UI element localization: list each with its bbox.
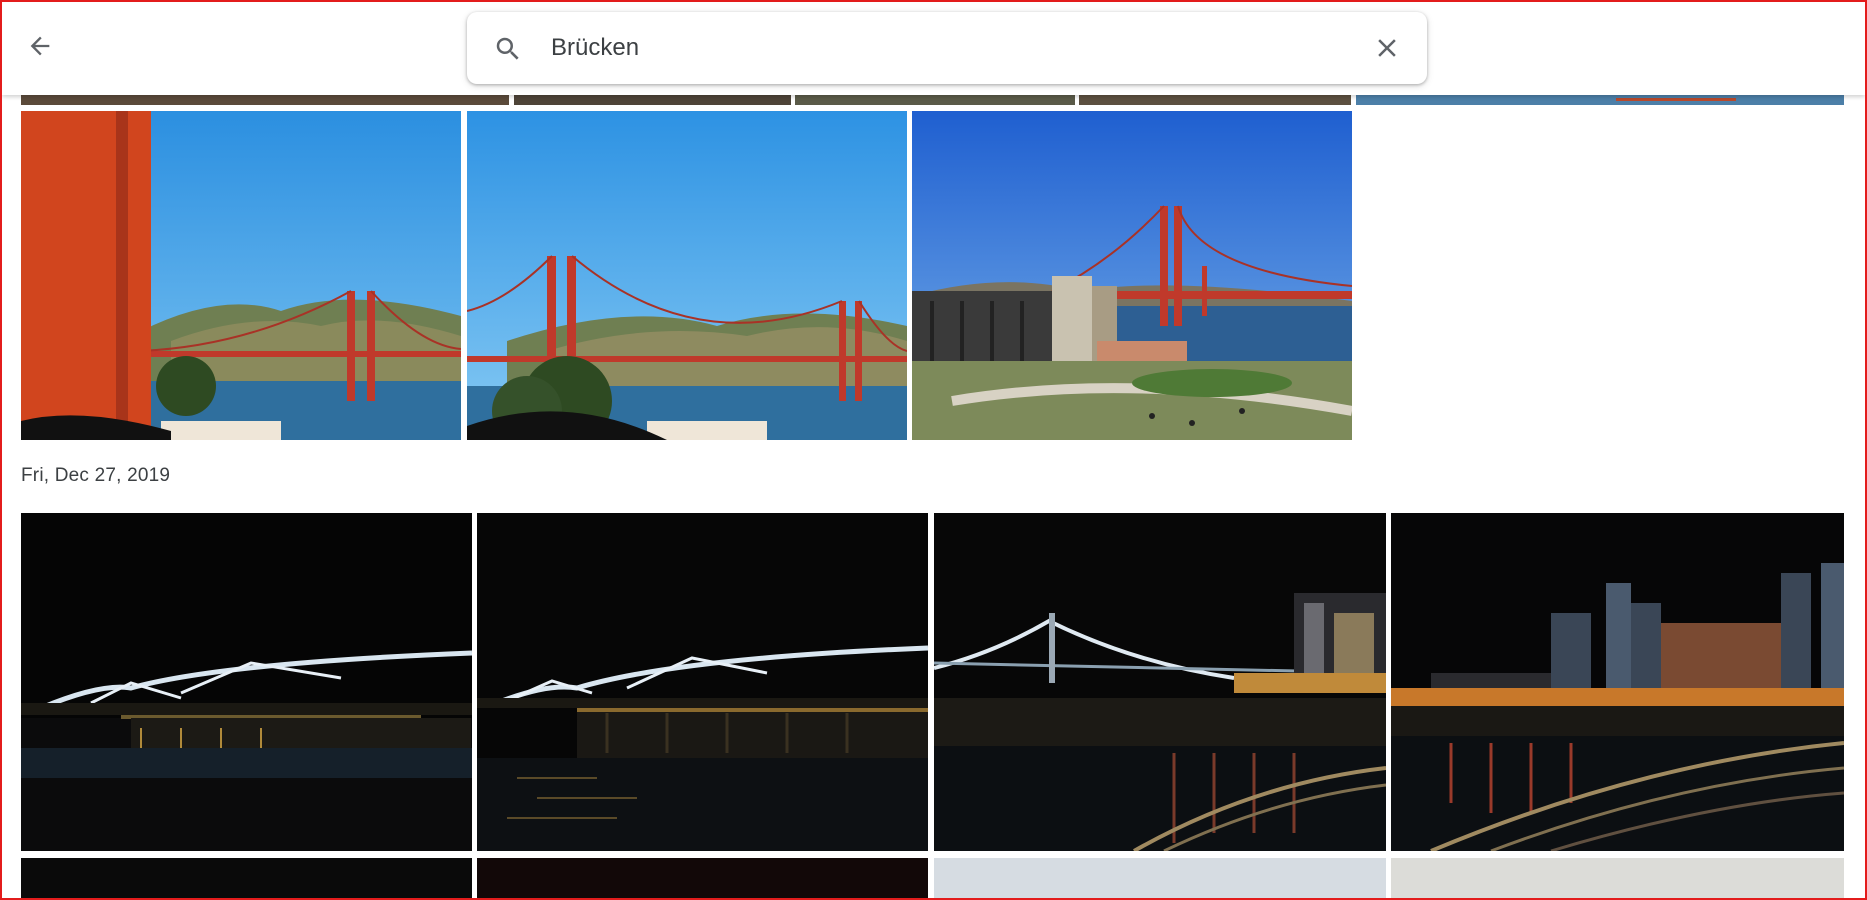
photo-thumbnail-bay-bridge-1[interactable] bbox=[21, 513, 472, 851]
photo-thumbnail[interactable] bbox=[1391, 858, 1844, 900]
arrow-left-icon bbox=[30, 36, 50, 56]
search-box bbox=[467, 12, 1427, 84]
photo-thumbnail[interactable] bbox=[21, 858, 472, 900]
top-app-bar bbox=[2, 2, 1865, 95]
clear-search-button[interactable] bbox=[1367, 28, 1407, 68]
photo-results: Fri, Dec 27, 2019 bbox=[0, 0, 1867, 900]
photo-thumbnail-bay-bridge-2[interactable] bbox=[477, 513, 928, 851]
photo-thumbnail-golden-gate-3[interactable] bbox=[912, 111, 1352, 440]
back-button[interactable] bbox=[18, 24, 62, 68]
photo-thumbnail-embarcadero-night[interactable] bbox=[1391, 513, 1844, 851]
close-icon bbox=[1378, 39, 1396, 57]
photo-thumbnail-golden-gate-1[interactable] bbox=[21, 111, 461, 440]
photo-thumbnail-bay-bridge-3[interactable] bbox=[934, 513, 1386, 851]
photo-thumbnail[interactable] bbox=[934, 858, 1386, 900]
photo-thumbnail[interactable] bbox=[477, 858, 928, 900]
search-input[interactable] bbox=[551, 28, 1311, 68]
photo-thumbnail-golden-gate-2[interactable] bbox=[467, 111, 907, 440]
section-date-label: Fri, Dec 27, 2019 bbox=[21, 465, 171, 486]
search-icon[interactable] bbox=[493, 34, 523, 64]
